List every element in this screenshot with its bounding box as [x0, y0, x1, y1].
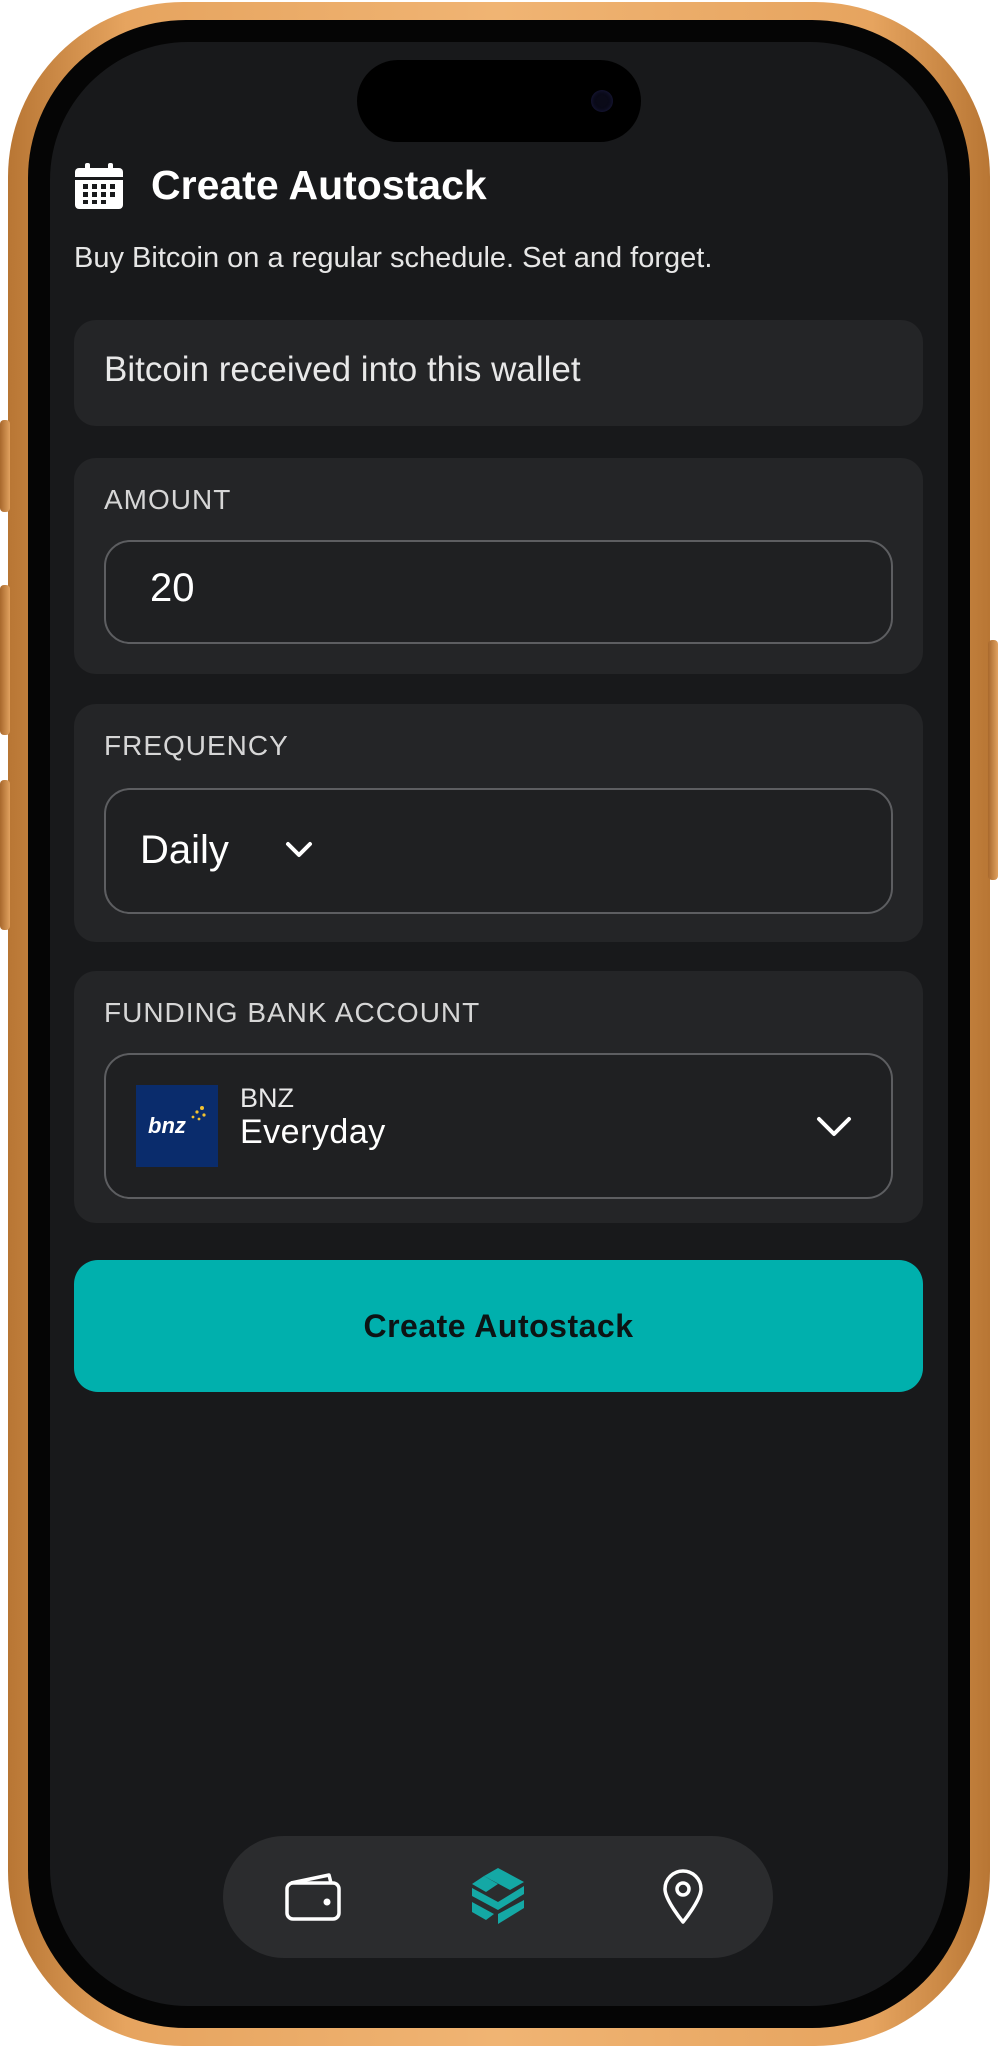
account-name: Everyday [240, 1113, 386, 1151]
frequency-select[interactable]: Daily [104, 788, 893, 914]
nav-location[interactable] [623, 1836, 743, 1958]
funding-account-select[interactable]: bnz BNZ Everyday [104, 1053, 893, 1199]
action-button [0, 420, 10, 512]
stars-icon [191, 1106, 206, 1121]
frequency-card: FREQUENCY Daily [74, 704, 923, 942]
nav-autostack[interactable] [438, 1836, 558, 1958]
calendar-icon [75, 162, 123, 209]
location-pin-icon [663, 1869, 703, 1924]
stack-logo-icon [472, 1868, 524, 1924]
front-camera [591, 90, 613, 112]
frequency-selected-value: Daily [140, 828, 229, 872]
chevron-down-icon [817, 1117, 851, 1136]
volume-up-button [0, 585, 10, 735]
bnz-logo: bnz [136, 1085, 218, 1167]
wallet-icon [285, 1873, 341, 1921]
amount-field[interactable] [104, 540, 893, 644]
page-header: Create Autostack [75, 162, 487, 209]
power-button [988, 640, 998, 880]
bank-name: BNZ [240, 1083, 294, 1113]
frequency-label: FREQUENCY [104, 730, 289, 761]
amount-card: AMOUNT [74, 458, 923, 674]
bottom-nav [223, 1836, 773, 1958]
funding-card: FUNDING BANK ACCOUNT bnz BNZ Everyday [74, 971, 923, 1223]
page-title: Create Autostack [151, 162, 487, 208]
amount-input[interactable] [150, 566, 750, 611]
chevron-down-icon [286, 842, 312, 857]
amount-label: AMOUNT [104, 484, 232, 515]
bnz-logo-text: bnz [148, 1113, 186, 1138]
funding-label: FUNDING BANK ACCOUNT [104, 997, 481, 1028]
nav-wallet[interactable] [253, 1836, 373, 1958]
phone-screen: Create Autostack Buy Bitcoin on a regula… [50, 42, 948, 2006]
dynamic-island [357, 60, 641, 142]
volume-down-button [0, 780, 10, 930]
wallet-selector[interactable]: Bitcoin received into this wallet [74, 320, 923, 426]
create-autostack-button[interactable]: Create Autostack [74, 1260, 923, 1392]
page-subtitle: Buy Bitcoin on a regular schedule. Set a… [74, 242, 713, 274]
wallet-selector-label: Bitcoin received into this wallet [104, 350, 581, 389]
